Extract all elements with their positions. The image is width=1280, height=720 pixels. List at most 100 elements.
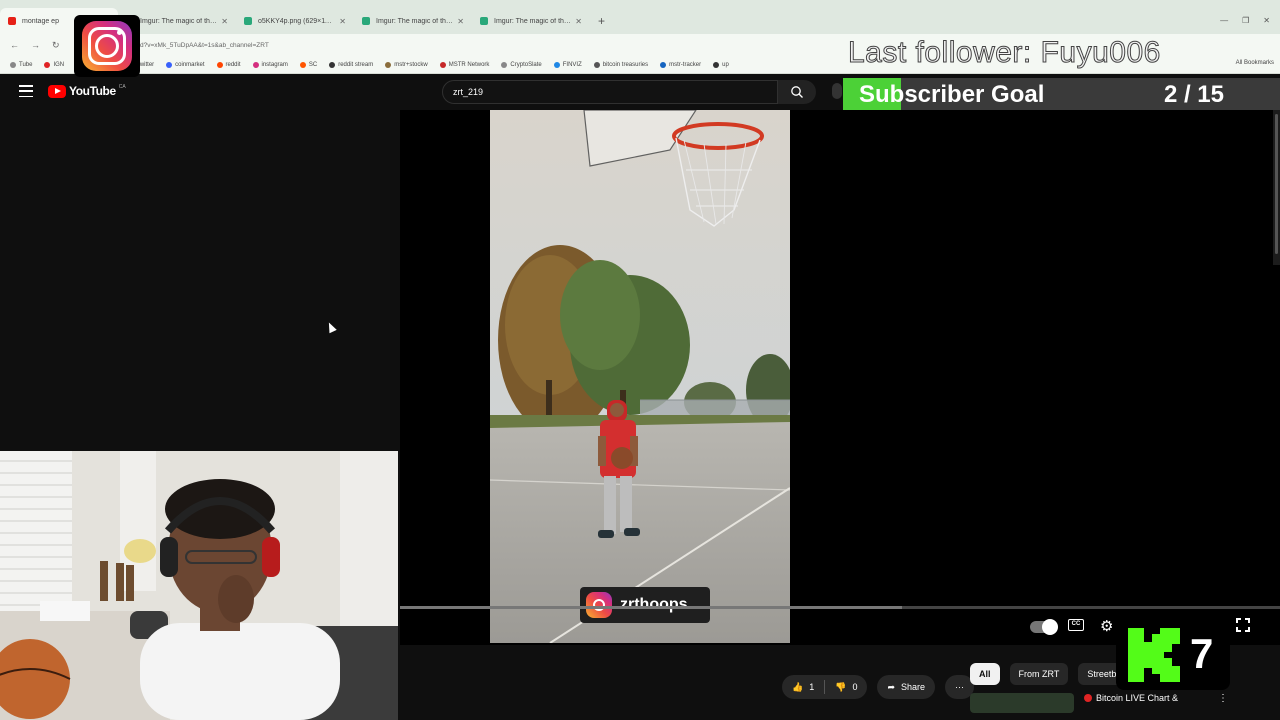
recommended-title[interactable]: Bitcoin LIVE Chart &: [1096, 693, 1178, 703]
fullscreen-icon[interactable]: [1236, 618, 1250, 632]
chip-all[interactable]: All: [970, 663, 1000, 685]
imgur-icon: [480, 17, 488, 25]
bookmark-item[interactable]: mstr+stockw: [385, 61, 428, 68]
tab-label: Imgur: The magic of the Interne: [140, 17, 217, 25]
menu-icon[interactable]: [19, 85, 33, 97]
kick-overlay: 7: [1116, 620, 1230, 690]
bookmark-icon: [329, 61, 336, 68]
mic-icon[interactable]: [832, 83, 842, 99]
close-tab-icon[interactable]: ✕: [457, 17, 464, 26]
browser-tab-bar: montage ep ✕ Imgur: The magic of the Int…: [0, 0, 1280, 34]
like-dislike-group: 👍 1 👎 0: [782, 675, 868, 699]
thumbs-up-icon: 👍: [792, 681, 804, 692]
video-player[interactable]: zrthoops CC ⚙: [400, 110, 1280, 645]
gear-icon[interactable]: ⚙: [1100, 617, 1113, 635]
kebab-menu-icon[interactable]: ⋮: [1218, 693, 1228, 704]
bookmark-item[interactable]: FINVIZ: [553, 61, 582, 68]
like-count: 1: [809, 682, 815, 692]
page-scrollbar[interactable]: [1273, 110, 1280, 265]
subscriber-goal-label: Subscriber Goal: [859, 81, 1045, 108]
bookmark-label: MSTR Network: [448, 61, 490, 68]
bookmark-label: mstr+stockw: [394, 61, 428, 68]
bookmark-label: reddit stream: [338, 61, 374, 68]
recommended-video[interactable]: Bitcoin LIVE Chart & ⋮: [970, 693, 1228, 713]
recommended-thumbnail[interactable]: [970, 693, 1074, 713]
dislike-count: 0: [852, 682, 858, 692]
youtube-icon: [8, 17, 16, 25]
thumbs-down-icon: 👎: [835, 681, 847, 692]
tab-imgur-2[interactable]: Imgur: The magic of the Interne ✕: [354, 8, 472, 34]
share-button[interactable]: ➦ Share: [877, 675, 936, 699]
bookmark-item[interactable]: instagram: [252, 61, 288, 68]
bookmark-icon: [166, 61, 173, 68]
bookmark-label: IGN: [53, 61, 65, 68]
bookmark-label: CryptoSlate: [510, 61, 542, 68]
close-tab-icon[interactable]: ✕: [575, 17, 582, 26]
kick-logo-icon: [1128, 628, 1180, 682]
share-icon: ➦: [887, 681, 896, 692]
close-tab-icon[interactable]: ✕: [339, 17, 346, 26]
bookmark-icon: [553, 61, 560, 68]
bookmark-item[interactable]: CryptoSlate: [501, 61, 542, 68]
url-field[interactable]: d?v=xMk_5TuDpAA&t=1s&ab_channel=ZRT: [140, 42, 269, 49]
bookmark-icon: [660, 61, 667, 68]
close-tab-icon[interactable]: ✕: [221, 17, 228, 26]
country-code: CA: [118, 83, 126, 90]
progress-fill: [400, 606, 902, 609]
bookmark-item[interactable]: SC: [299, 61, 318, 68]
subscriber-goal-count: 2 / 15: [1163, 81, 1224, 108]
instagram-icon: [252, 61, 259, 68]
imgur-icon: [362, 17, 370, 25]
bookmark-icon: [44, 61, 51, 68]
minimize-icon[interactable]: —: [1220, 16, 1228, 25]
screen: montage ep ✕ Imgur: The magic of the Int…: [0, 0, 1280, 720]
tab-label: Imgur: The magic of the Interne: [494, 17, 571, 25]
search-button[interactable]: [778, 80, 816, 104]
bookmark-item[interactable]: coinmarket: [166, 61, 205, 68]
restore-icon[interactable]: ❐: [1242, 16, 1249, 25]
mouse-cursor: [325, 320, 337, 334]
bookmark-item[interactable]: IGN: [44, 61, 65, 68]
close-window-icon[interactable]: ✕: [1263, 16, 1270, 25]
dislike-button[interactable]: 👎 0: [825, 682, 867, 693]
bookmark-label: mstr-tracker: [669, 61, 702, 68]
reload-icon[interactable]: ↻: [52, 40, 60, 51]
live-indicator-icon: [1084, 694, 1092, 702]
recommendation-chips: All From ZRT Streetball: [970, 663, 1135, 685]
image-icon: [244, 17, 252, 25]
captions-icon[interactable]: CC: [1068, 619, 1084, 631]
new-tab-button[interactable]: +: [598, 14, 605, 28]
bookmark-icon: [439, 61, 446, 68]
tab-imgur-3[interactable]: Imgur: The magic of the Interne ✕: [472, 8, 590, 34]
bookmark-icon: [385, 61, 392, 68]
progress-bar[interactable]: [400, 606, 1280, 609]
back-icon[interactable]: ←: [10, 40, 19, 51]
bookmark-item[interactable]: mstr-tracker: [660, 61, 702, 68]
autoplay-toggle[interactable]: [1030, 619, 1058, 635]
video-frame[interactable]: [490, 110, 790, 643]
youtube-wordmark: YouTube: [69, 84, 116, 98]
bookmark-label: bitcoin treasuries: [602, 61, 649, 68]
bookmark-label: instagram: [261, 61, 288, 68]
subscriber-goal-bar: Subscriber Goal 2 / 15: [843, 78, 1280, 110]
bookmark-item[interactable]: MSTR Network: [439, 61, 490, 68]
bookmark-item[interactable]: reddit stream: [329, 61, 374, 68]
bookmark-icon: [593, 61, 600, 68]
search-icon: [791, 86, 803, 98]
bookmark-icon: [10, 61, 16, 68]
bookmark-item[interactable]: Tube: [10, 61, 32, 68]
kick-viewer-count: 7: [1190, 630, 1214, 677]
bookmark-label: SC: [308, 61, 318, 68]
bookmark-item[interactable]: bitcoin treasuries: [593, 61, 649, 68]
all-bookmarks[interactable]: All Bookmarks: [1236, 60, 1274, 66]
bookmark-item[interactable]: up: [713, 61, 729, 68]
tab-image[interactable]: o5KKY4p.png (629×1105) ✕: [236, 8, 354, 34]
tab-label: o5KKY4p.png (629×1105): [258, 17, 336, 25]
like-button[interactable]: 👍 1: [782, 682, 824, 693]
youtube-logo[interactable]: YouTube CA: [48, 84, 126, 98]
search-input[interactable]: zrt_219: [442, 80, 778, 104]
forward-icon[interactable]: →: [31, 40, 40, 51]
watermark-handle: zrthoops: [620, 596, 688, 613]
bookmark-item[interactable]: reddit: [216, 61, 241, 68]
chip-from-zrt[interactable]: From ZRT: [1009, 663, 1069, 685]
